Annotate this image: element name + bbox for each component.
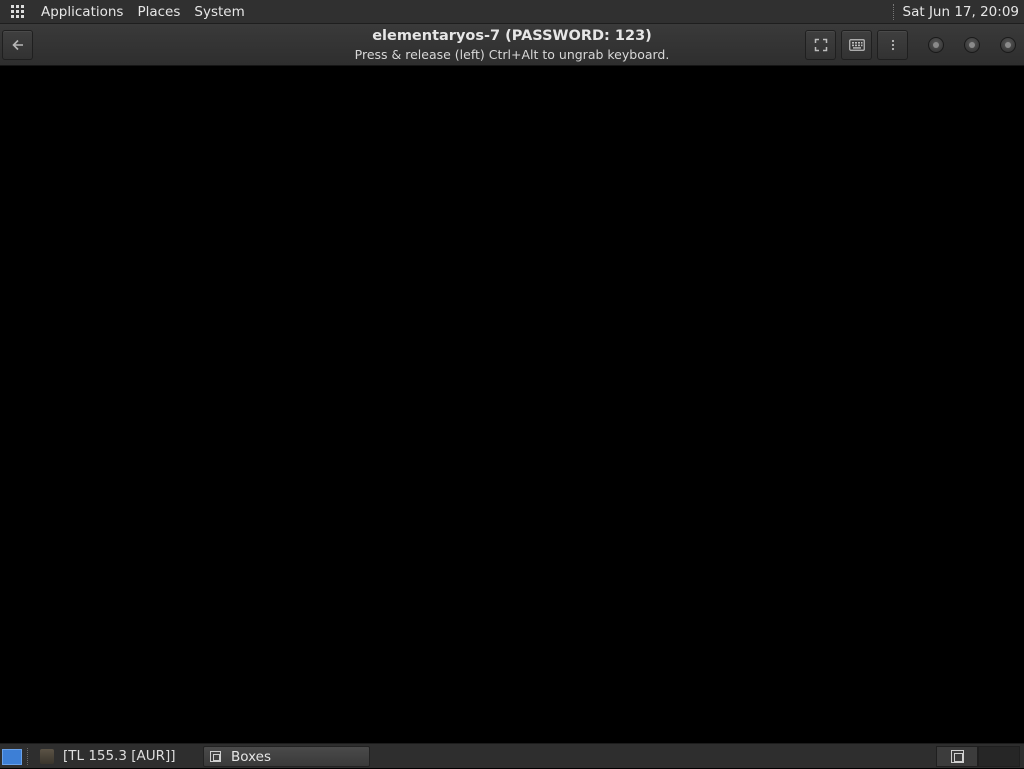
keyboard-icon [848, 39, 865, 51]
back-button[interactable] [2, 30, 33, 60]
bottom-panel: [TL 155.3 [AUR]] Boxes [0, 743, 1024, 768]
top-panel: Applications Places System Sat Jun 17, 2… [0, 0, 1024, 24]
taskbar-item-boxes[interactable]: Boxes [203, 746, 370, 767]
vertical-dots-icon [891, 39, 894, 51]
tray-label[interactable]: [TL 155.3 [AUR]] [63, 744, 176, 769]
keyboard-button[interactable] [841, 30, 872, 60]
workspace-switcher [936, 746, 1020, 767]
window-title: elementaryos-7 (PASSWORD: 123) [372, 28, 652, 44]
window-title-area: elementaryos-7 (PASSWORD: 123) Press & r… [250, 26, 774, 64]
fullscreen-icon [814, 38, 827, 52]
workspace-1[interactable] [936, 746, 978, 767]
window-thumbnail-icon [950, 750, 964, 763]
minimize-icon [933, 42, 939, 48]
applications-grid-icon[interactable] [11, 4, 25, 19]
menu-system[interactable]: System [187, 0, 251, 24]
back-arrow-icon [11, 39, 23, 51]
maximize-icon [969, 42, 975, 48]
fullscreen-button[interactable] [805, 30, 836, 60]
window-headerbar: elementaryos-7 (PASSWORD: 123) Press & r… [0, 24, 1024, 66]
menu-button[interactable] [877, 30, 908, 60]
maximize-button[interactable] [964, 37, 980, 53]
window-subtitle: Press & release (left) Ctrl+Alt to ungra… [354, 47, 670, 62]
close-icon [1005, 42, 1011, 48]
window-icon [210, 751, 221, 762]
tray-app-icon[interactable] [40, 749, 54, 764]
panel-drag-handle[interactable] [892, 3, 896, 20]
minimize-button[interactable] [928, 37, 944, 53]
show-desktop-button[interactable] [2, 749, 22, 765]
close-button[interactable] [1000, 37, 1016, 53]
workspace-2[interactable] [978, 746, 1020, 767]
menu-applications[interactable]: Applications [34, 0, 130, 24]
clock[interactable]: Sat Jun 17, 20:09 [903, 4, 1024, 20]
panel-drag-handle[interactable] [27, 748, 30, 765]
vm-display[interactable] [0, 67, 1024, 743]
taskbar-item-label: Boxes [231, 748, 272, 765]
menu-places[interactable]: Places [130, 0, 187, 24]
